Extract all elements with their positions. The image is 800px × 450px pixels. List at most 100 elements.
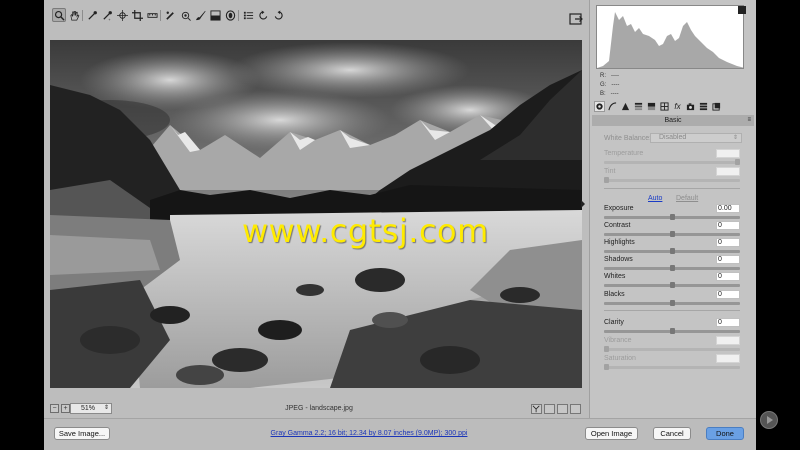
- chevron-updown-icon: ⇕: [103, 405, 109, 411]
- straighten-tool-icon[interactable]: [145, 8, 159, 22]
- exposure-slider-thumb[interactable]: [669, 214, 675, 220]
- exposure-value-field[interactable]: 0.00: [716, 204, 740, 213]
- tint-value-field[interactable]: [716, 167, 740, 176]
- divider: [604, 310, 740, 311]
- panel-menu-icon[interactable]: ≡: [747, 115, 751, 126]
- tab-snapshots-icon[interactable]: [711, 101, 722, 112]
- swap-settings-icon[interactable]: [557, 404, 568, 414]
- tab-lens-corrections-icon[interactable]: [659, 101, 670, 112]
- cancel-button[interactable]: Cancel: [653, 427, 691, 440]
- tab-camera-calibration-icon[interactable]: [685, 101, 696, 112]
- tint-slider-thumb[interactable]: [604, 177, 609, 183]
- done-button[interactable]: Done: [706, 427, 744, 440]
- shadows-slider-thumb[interactable]: [669, 265, 675, 271]
- image-status-bar: − + 51% ⇕ JPEG - landscape.jpg: [44, 403, 589, 418]
- image-preview-area[interactable]: www.cgtsj.com: [50, 40, 582, 388]
- video-play-icon[interactable]: [760, 411, 778, 429]
- tab-presets-icon[interactable]: [698, 101, 709, 112]
- radial-filter-tool-icon[interactable]: [223, 8, 237, 22]
- saturation-slider-thumb[interactable]: [604, 364, 609, 370]
- open-image-button[interactable]: Open Image: [585, 427, 638, 440]
- toggle-fullscreen-icon[interactable]: [569, 12, 583, 26]
- whites-label: Whites: [604, 273, 626, 280]
- white-balance-tool-icon[interactable]: [85, 8, 99, 22]
- save-image-button[interactable]: Save Image...: [54, 427, 110, 440]
- highlights-label: Highlights: [604, 239, 635, 246]
- workflow-options-link[interactable]: Gray Gamma 2.2; 16 bit; 12.34 by 8.07 in…: [244, 430, 494, 437]
- blacks-label: Blacks: [604, 291, 625, 298]
- spot-removal-tool-icon[interactable]: [163, 8, 177, 22]
- graduated-filter-tool-icon[interactable]: [208, 8, 222, 22]
- hand-tool-icon[interactable]: [67, 8, 81, 22]
- zoom-in-button[interactable]: +: [61, 404, 70, 413]
- view-side-by-side-icon[interactable]: [544, 404, 555, 414]
- temperature-slider-thumb[interactable]: [735, 159, 740, 165]
- contrast-label: Contrast: [604, 222, 631, 229]
- g-label: G:: [600, 82, 607, 88]
- preferences-list-icon[interactable]: [241, 8, 255, 22]
- shadows-value-field[interactable]: 0: [716, 255, 740, 264]
- targeted-adjustment-tool-icon[interactable]: [115, 8, 129, 22]
- clarity-label: Clarity: [604, 319, 624, 326]
- clarity-slider-thumb[interactable]: [669, 328, 675, 334]
- saturation-value-field[interactable]: [716, 354, 740, 363]
- tab-hsl-icon[interactable]: [633, 101, 644, 112]
- shadows-label: Shadows: [604, 256, 633, 263]
- saturation-slider[interactable]: [604, 364, 740, 370]
- contrast-slider-thumb[interactable]: [669, 231, 675, 237]
- copy-settings-icon[interactable]: [570, 404, 581, 414]
- blacks-slider[interactable]: [604, 300, 740, 306]
- color-sampler-tool-icon[interactable]: +: [100, 8, 114, 22]
- vibrance-slider[interactable]: [604, 346, 740, 352]
- watermark-text: www.cgtsj.com: [242, 212, 489, 250]
- adjustment-brush-tool-icon[interactable]: [193, 8, 207, 22]
- panel-tabs: fx: [592, 100, 754, 114]
- highlight-clipping-warning-icon[interactable]: [738, 6, 746, 14]
- toolbar-separator: [82, 10, 83, 21]
- whites-value-field[interactable]: 0: [716, 272, 740, 281]
- rotate-left-icon[interactable]: [256, 8, 270, 22]
- vibrance-value-field[interactable]: [716, 336, 740, 345]
- divider: [604, 188, 740, 189]
- zoom-level-select[interactable]: 51% ⇕: [70, 403, 112, 414]
- vibrance-slider-thumb[interactable]: [604, 346, 609, 352]
- shadow-clipping-warning-icon[interactable]: ▲: [597, 6, 604, 13]
- blacks-value-field[interactable]: 0: [716, 290, 740, 299]
- rotate-right-icon[interactable]: [271, 8, 285, 22]
- blacks-slider-thumb[interactable]: [669, 300, 675, 306]
- tab-effects-icon[interactable]: fx: [672, 101, 683, 112]
- toggle-before-after-icon[interactable]: [531, 404, 542, 414]
- whites-slider[interactable]: [604, 282, 740, 288]
- tint-slider[interactable]: [604, 177, 740, 183]
- crop-tool-icon[interactable]: [130, 8, 144, 22]
- shadows-slider[interactable]: [604, 265, 740, 271]
- tab-detail-icon[interactable]: [620, 101, 631, 112]
- whites-slider-thumb[interactable]: [669, 282, 675, 288]
- temperature-slider[interactable]: [604, 159, 740, 165]
- panel-divider-handle[interactable]: [581, 174, 585, 234]
- clarity-value-field[interactable]: 0: [716, 318, 740, 327]
- clarity-slider[interactable]: [604, 328, 740, 334]
- zoom-tool-icon[interactable]: [52, 8, 66, 22]
- auto-button[interactable]: Auto: [648, 195, 662, 202]
- contrast-slider[interactable]: [604, 231, 740, 237]
- temperature-value-field[interactable]: [716, 149, 740, 158]
- file-name-label: JPEG - landscape.jpg: [285, 405, 353, 412]
- contrast-value-field[interactable]: 0: [716, 221, 740, 230]
- toolbar: +: [44, 4, 594, 26]
- white-balance-select[interactable]: Disabled ⇕: [650, 133, 742, 143]
- red-eye-tool-icon[interactable]: [178, 8, 192, 22]
- highlights-value-field[interactable]: 0: [716, 238, 740, 247]
- white-balance-value: Disabled: [659, 134, 687, 141]
- exposure-slider[interactable]: [604, 214, 740, 220]
- default-button[interactable]: Default: [676, 195, 698, 202]
- highlights-slider[interactable]: [604, 248, 740, 254]
- tab-split-toning-icon[interactable]: [646, 101, 657, 112]
- tab-basic-icon[interactable]: [594, 101, 605, 112]
- rgb-readout: R: ---- G: ---- B: ----: [600, 72, 619, 99]
- zoom-out-button[interactable]: −: [50, 404, 59, 413]
- tab-tone-curve-icon[interactable]: [607, 101, 618, 112]
- highlights-slider-thumb[interactable]: [669, 248, 675, 254]
- b-label: B:: [600, 91, 606, 97]
- adjustments-panel: ▲ R: ---- G: ---- B: ---- fx Basic ≡ White …: [589, 0, 756, 418]
